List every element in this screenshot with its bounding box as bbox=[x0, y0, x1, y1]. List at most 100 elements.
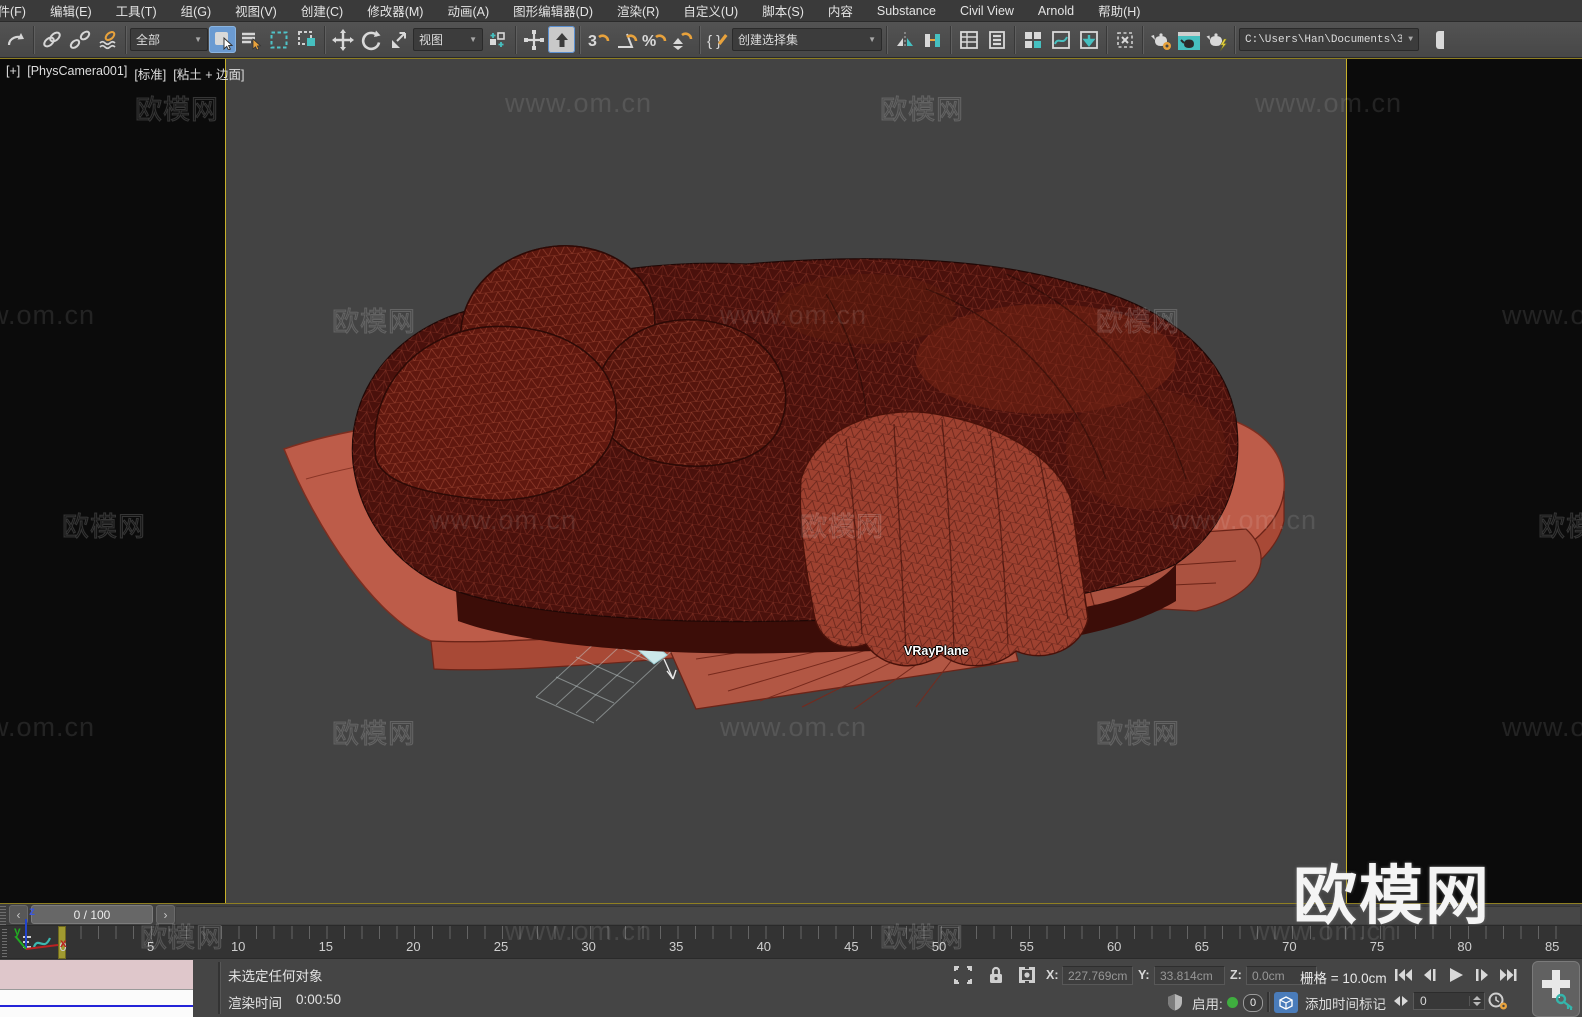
viewport-shading-label[interactable]: [粘土 + 边面] bbox=[173, 64, 244, 83]
go-to-end-button[interactable] bbox=[1496, 964, 1519, 985]
menu-item-10[interactable]: 自定义(U) bbox=[671, 0, 750, 21]
menu-item-4[interactable]: 视图(V) bbox=[223, 0, 289, 21]
project-path-value: C:\Users\Han\Documents\3ds Max 2022 bbox=[1245, 33, 1403, 46]
render-production-button[interactable] bbox=[1203, 26, 1230, 53]
snap-3d-button[interactable]: 3 bbox=[584, 26, 611, 53]
ruler-label-70: 70 bbox=[1282, 939, 1297, 954]
edit-named-selection-sets-button[interactable]: { } bbox=[704, 26, 731, 53]
key-mode-toggle[interactable] bbox=[1392, 990, 1410, 1011]
menu-item-13[interactable]: Substance bbox=[865, 2, 948, 20]
menu-item-11[interactable]: 脚本(S) bbox=[750, 0, 816, 21]
viewport[interactable]: [+] [PhysCamera001] [标准] [粘土 + 边面] VRayP… bbox=[0, 58, 1582, 950]
menu-item-9[interactable]: 渲染(R) bbox=[605, 0, 671, 21]
menu-item-16[interactable]: 帮助(H) bbox=[1086, 0, 1152, 21]
select-object-button[interactable] bbox=[209, 26, 236, 53]
menu-item-7[interactable]: 动画(A) bbox=[435, 0, 501, 21]
menu-item-3[interactable]: 组(G) bbox=[169, 0, 224, 21]
mirror-button[interactable] bbox=[891, 26, 918, 53]
isolate-selection-toggle[interactable] bbox=[952, 965, 974, 985]
listener-script-row[interactable] bbox=[0, 990, 193, 1017]
curve-editor-button[interactable] bbox=[1047, 26, 1074, 53]
menu-item-0[interactable]: 文件(F) bbox=[0, 0, 38, 21]
move-button[interactable] bbox=[329, 26, 356, 53]
viewport-menu-plus[interactable]: [+] bbox=[6, 64, 20, 83]
time-tag-cube-button[interactable] bbox=[1274, 992, 1298, 1013]
selection-lock-toggle[interactable] bbox=[985, 965, 1007, 985]
unlink-icon[interactable] bbox=[66, 26, 93, 53]
go-to-start-button[interactable] bbox=[1392, 964, 1415, 985]
current-frame-field[interactable]: 0 bbox=[1413, 991, 1485, 1010]
render-time-label: 渲染时间 bbox=[228, 996, 282, 1011]
render-setup-button[interactable] bbox=[1147, 26, 1174, 53]
add-time-tag[interactable]: 添加时间标记 bbox=[1305, 993, 1386, 1013]
ref-coord-select[interactable]: 视图 ▼ bbox=[413, 28, 483, 51]
layer-explorer-button[interactable] bbox=[983, 26, 1010, 53]
spinner-snap-button[interactable] bbox=[668, 26, 695, 53]
next-frame-arrow-button[interactable]: › bbox=[156, 905, 175, 924]
listener-macro-row[interactable] bbox=[0, 960, 193, 990]
chevron-down-icon: ▼ bbox=[1408, 35, 1413, 44]
set-key-plus-button[interactable] bbox=[1532, 961, 1580, 1017]
menu-item-8[interactable]: 图形编辑器(D) bbox=[501, 0, 605, 21]
rect-selection-region-button[interactable] bbox=[265, 26, 292, 53]
adaptive-degradation-shield-icon[interactable] bbox=[1164, 992, 1186, 1012]
absolute-offset-toggle[interactable] bbox=[1016, 965, 1038, 985]
ruler-label-80: 80 bbox=[1457, 939, 1472, 954]
select-by-name-button[interactable] bbox=[237, 26, 264, 53]
window-crossing-toggle[interactable] bbox=[293, 26, 320, 53]
camera-view[interactable]: VRayPlane bbox=[225, 59, 1347, 903]
maxscript-mini-listener[interactable] bbox=[0, 960, 193, 1017]
redo-button[interactable] bbox=[2, 26, 29, 53]
select-and-manipulate-button[interactable] bbox=[520, 26, 547, 53]
align-button[interactable] bbox=[919, 26, 946, 53]
play-button[interactable] bbox=[1444, 964, 1467, 985]
scene-explorer-button[interactable] bbox=[955, 26, 982, 53]
viewport-camera-label[interactable]: [PhysCamera001] bbox=[27, 64, 127, 83]
x-coord-field[interactable]: 227.769cm bbox=[1062, 966, 1133, 985]
chevron-down-icon: ▼ bbox=[469, 35, 477, 44]
cage-toggle-button[interactable] bbox=[1111, 26, 1138, 53]
dope-sheet-button[interactable] bbox=[1075, 26, 1102, 53]
clipped-toolbar-icon[interactable] bbox=[1420, 26, 1447, 53]
chevron-down-icon: ▼ bbox=[868, 35, 876, 44]
menu-item-12[interactable]: 内容 bbox=[816, 0, 865, 21]
viewport-label[interactable]: [+] [PhysCamera001] [标准] [粘土 + 边面] bbox=[6, 64, 244, 83]
menu-item-5[interactable]: 创建(C) bbox=[289, 0, 355, 21]
bind-spacewarp-icon[interactable] bbox=[94, 26, 121, 53]
svg-text:3: 3 bbox=[588, 33, 597, 50]
status-bar: 未选定任何对象 渲染时间 0:00:50 X: 227.769cm Y: 33.… bbox=[0, 958, 1582, 1017]
ruler-label-10: 10 bbox=[230, 939, 246, 954]
link-icon[interactable] bbox=[38, 26, 65, 53]
rendered-frame-window-button[interactable] bbox=[1175, 26, 1202, 53]
angle-snap-button[interactable] bbox=[612, 26, 639, 53]
project-path-select[interactable]: C:\Users\Han\Documents\3ds Max 2022 ▼ bbox=[1239, 28, 1419, 51]
playback-panel: 0 bbox=[1392, 959, 1530, 1017]
timeline-ruler[interactable]: 0 5 10 15 20 25 30 35 40 45 50 55 60 65 70 75 80 85 bbox=[0, 925, 1582, 959]
ref-coord-value: 视图 bbox=[419, 33, 444, 47]
ribbon-toggle-button[interactable] bbox=[1019, 26, 1046, 53]
menu-item-1[interactable]: 编辑(E) bbox=[38, 0, 104, 21]
named-selection-sets-select[interactable]: 创建选择集 ▼ bbox=[732, 28, 882, 51]
percent-snap-button[interactable]: % bbox=[640, 26, 667, 53]
scale-button[interactable] bbox=[385, 26, 412, 53]
axis-tripod-icon: z x y bbox=[14, 904, 67, 950]
time-slider-track[interactable] bbox=[176, 905, 1580, 924]
selection-filter-select[interactable]: 全部 ▼ bbox=[130, 28, 208, 51]
previous-frame-button[interactable] bbox=[1418, 964, 1441, 985]
menu-item-15[interactable]: Arnold bbox=[1026, 2, 1086, 20]
next-frame-button[interactable] bbox=[1470, 964, 1493, 985]
time-configuration-button[interactable] bbox=[1488, 990, 1508, 1011]
menu-item-2[interactable]: 工具(T) bbox=[104, 0, 169, 21]
ruler-label-15: 15 bbox=[318, 939, 334, 954]
select-place-button[interactable] bbox=[548, 26, 575, 53]
drag-handle[interactable] bbox=[0, 904, 6, 925]
drag-handle[interactable] bbox=[2, 928, 7, 957]
y-coord-field[interactable]: 33.814cm bbox=[1154, 966, 1225, 985]
divider bbox=[1267, 992, 1269, 1012]
viewport-standard-label[interactable]: [标准] bbox=[134, 64, 166, 83]
menu-item-6[interactable]: 修改器(M) bbox=[355, 0, 435, 21]
use-pivot-center-button[interactable] bbox=[484, 26, 511, 53]
rotate-button[interactable] bbox=[357, 26, 384, 53]
frame-spinner[interactable] bbox=[1469, 995, 1484, 1006]
menu-item-14[interactable]: Civil View bbox=[948, 2, 1026, 20]
